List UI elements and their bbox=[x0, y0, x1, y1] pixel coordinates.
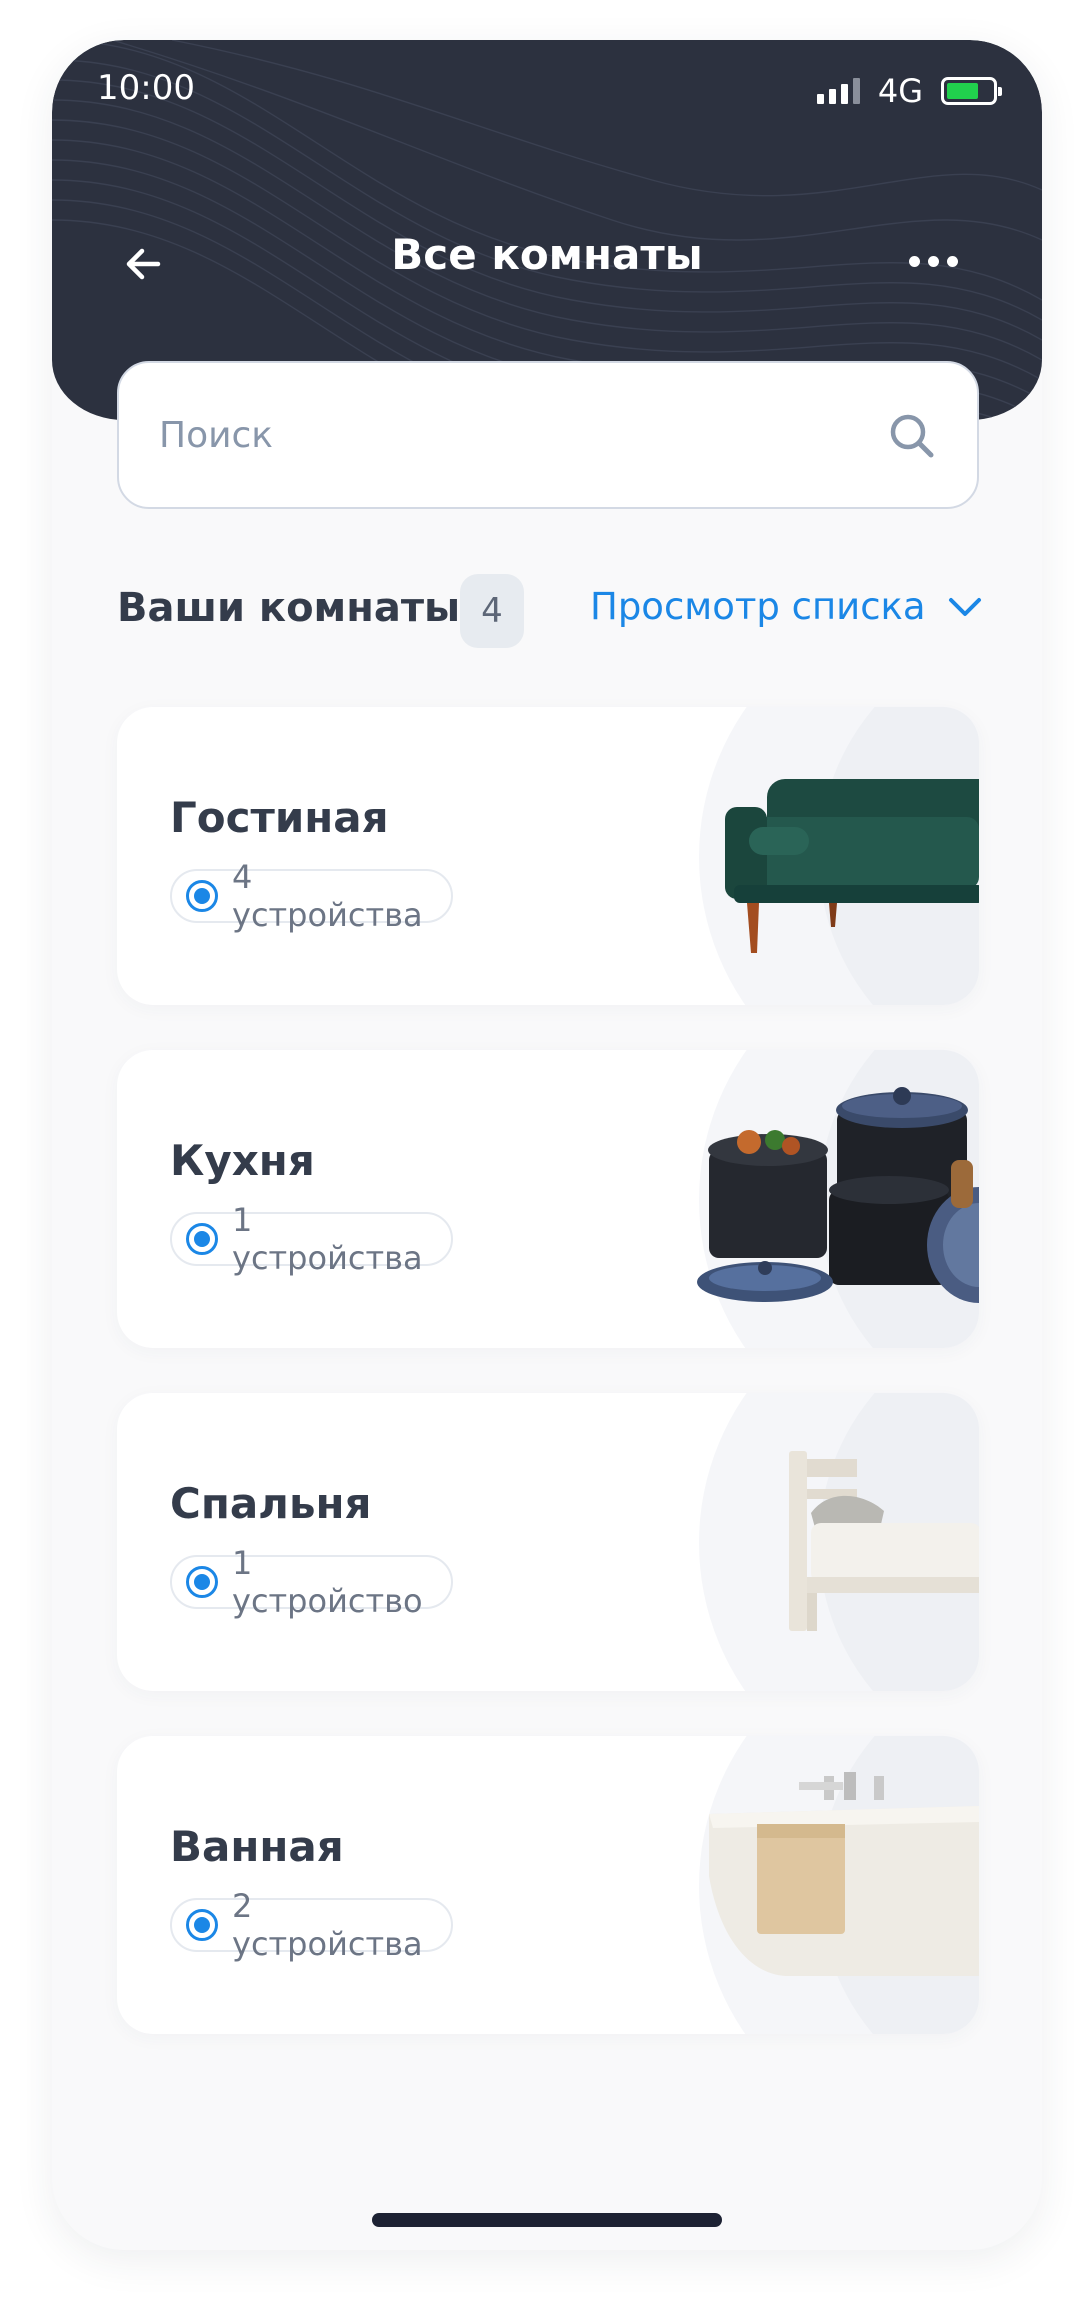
device-count-badge: 4 устройства bbox=[170, 858, 453, 934]
status-time: 10:00 bbox=[97, 68, 195, 108]
page-title: Все комнаты bbox=[391, 230, 703, 279]
search-bar[interactable] bbox=[117, 361, 979, 509]
signal-icon bbox=[816, 78, 860, 104]
chevron-down-icon bbox=[948, 597, 981, 616]
device-status-icon bbox=[186, 880, 218, 912]
sofa-image bbox=[725, 779, 979, 953]
cookware-image bbox=[697, 1087, 979, 1303]
room-name: Ванная bbox=[170, 1822, 344, 1871]
room-card-living-room[interactable]: Гостиная 4 устройства bbox=[117, 707, 979, 1005]
device-count-badge: 1 устройства bbox=[170, 1201, 453, 1277]
view-mode-label: Просмотр списка bbox=[590, 585, 926, 628]
section-title: Ваши комнаты bbox=[117, 585, 461, 631]
status-icons: 4G bbox=[816, 72, 1002, 110]
device-status-icon bbox=[186, 1566, 218, 1598]
search-icon[interactable] bbox=[887, 411, 937, 461]
bed-image bbox=[789, 1451, 979, 1631]
network-type: 4G bbox=[877, 72, 923, 110]
device-count-badge: 1 устройство bbox=[170, 1544, 453, 1620]
rooms-count-badge: 4 bbox=[460, 574, 524, 648]
device-count: 4 устройства bbox=[232, 858, 423, 934]
bathtub-image bbox=[709, 1772, 979, 1976]
phone-screen: 10:00 4G Все комнаты Ваши комнаты 4 Прос… bbox=[52, 40, 1042, 2250]
view-mode-dropdown[interactable]: Просмотр списка bbox=[590, 585, 982, 628]
device-count: 1 устройство bbox=[232, 1544, 423, 1620]
room-name: Гостиная bbox=[170, 793, 389, 842]
device-status-icon bbox=[186, 1223, 218, 1255]
home-indicator[interactable] bbox=[372, 2213, 722, 2227]
battery-icon bbox=[941, 77, 1002, 105]
room-card-bathroom[interactable]: Ванная 2 устройства bbox=[117, 1736, 979, 2034]
room-card-bedroom[interactable]: Спальня 1 устройство bbox=[117, 1393, 979, 1691]
room-name: Кухня bbox=[170, 1136, 315, 1185]
search-input[interactable] bbox=[159, 363, 859, 507]
room-name: Спальня bbox=[170, 1479, 372, 1528]
device-count: 1 устройства bbox=[232, 1201, 423, 1277]
device-status-icon bbox=[186, 1909, 218, 1941]
room-card-kitchen[interactable]: Кухня 1 устройства bbox=[117, 1050, 979, 1348]
more-options-icon[interactable] bbox=[909, 256, 958, 267]
device-count-badge: 2 устройства bbox=[170, 1887, 453, 1963]
device-count: 2 устройства bbox=[232, 1887, 423, 1963]
